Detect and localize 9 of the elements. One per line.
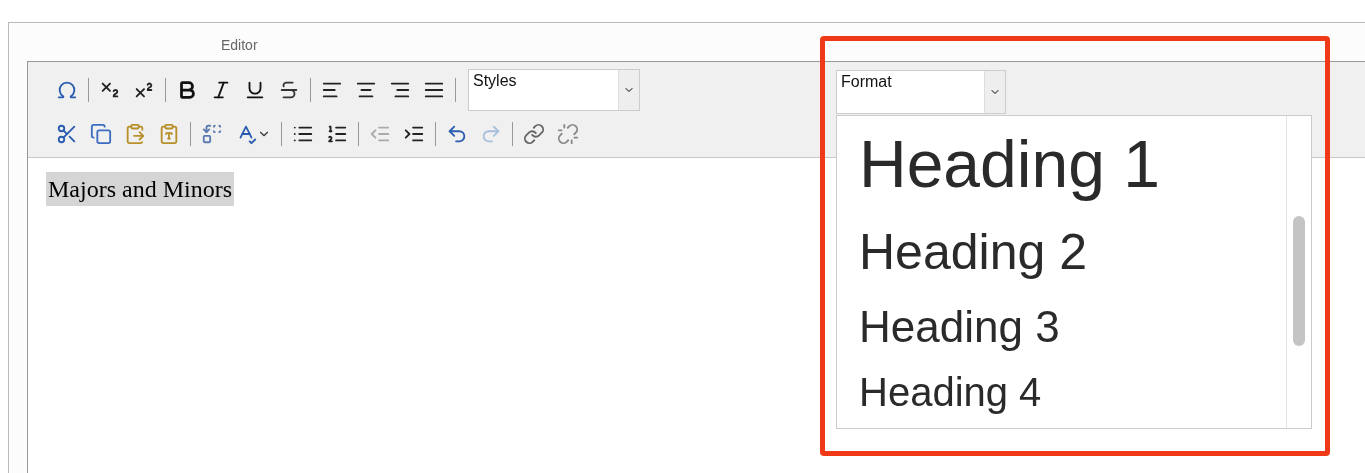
scrollbar-thumb[interactable] [1293, 216, 1305, 346]
editor-label: Editor [221, 37, 259, 55]
format-option[interactable]: Heading 2 [859, 212, 1286, 292]
styles-select[interactable]: Styles [468, 69, 640, 111]
format-option[interactable]: Heading 4 [859, 362, 1286, 422]
document-text: Majors and Minors [46, 172, 234, 206]
format-select[interactable]: Format [836, 70, 1006, 114]
format-option[interactable]: Heading 1 [859, 116, 1286, 212]
format-option[interactable]: Heading 3 [859, 292, 1286, 362]
